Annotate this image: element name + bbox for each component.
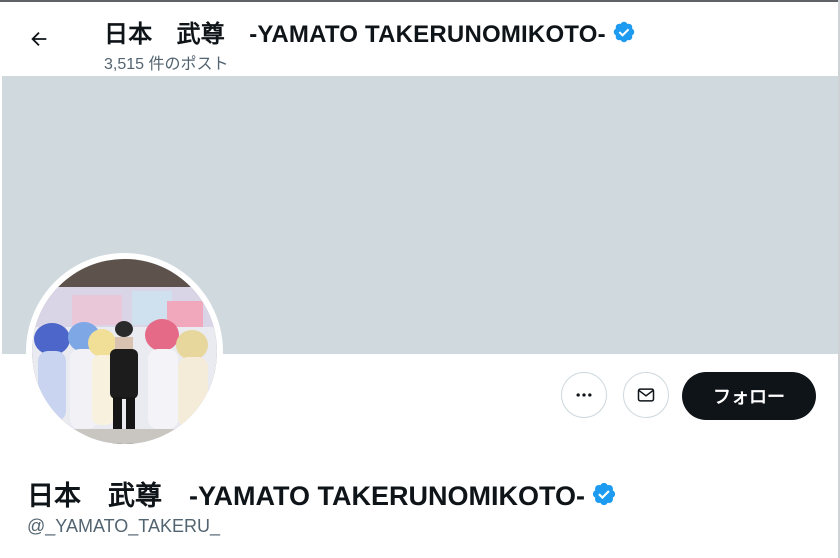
envelope-icon — [637, 388, 655, 402]
header-display-name: 日本 武尊 -YAMATO TAKERUNOMIKOTO- — [104, 14, 636, 49]
more-dots-icon — [576, 393, 592, 397]
back-button[interactable] — [20, 20, 58, 58]
header-name-text: 日本 武尊 -YAMATO TAKERUNOMIKOTO- — [104, 21, 606, 48]
more-button[interactable] — [561, 372, 607, 418]
verified-badge-icon[interactable] — [591, 481, 617, 507]
avatar[interactable] — [32, 259, 217, 444]
post-count: 3,515 件のポスト — [104, 56, 229, 73]
profile-header-bar: 日本 武尊 -YAMATO TAKERUNOMIKOTO- 3,515 件のポス… — [0, 2, 838, 76]
profile-handle: @_YAMATO_TAKERU_ — [27, 516, 220, 536]
arrow-left-icon — [31, 31, 47, 47]
profile-name-text: 日本 武尊 -YAMATO TAKERUNOMIKOTO- — [27, 481, 585, 511]
follow-button[interactable]: フォロー — [682, 372, 816, 420]
profile-photo — [32, 259, 217, 444]
message-button[interactable] — [623, 372, 669, 418]
profile-display-name: 日本 武尊 -YAMATO TAKERUNOMIKOTO- — [27, 474, 617, 513]
verified-badge-icon — [613, 21, 635, 42]
